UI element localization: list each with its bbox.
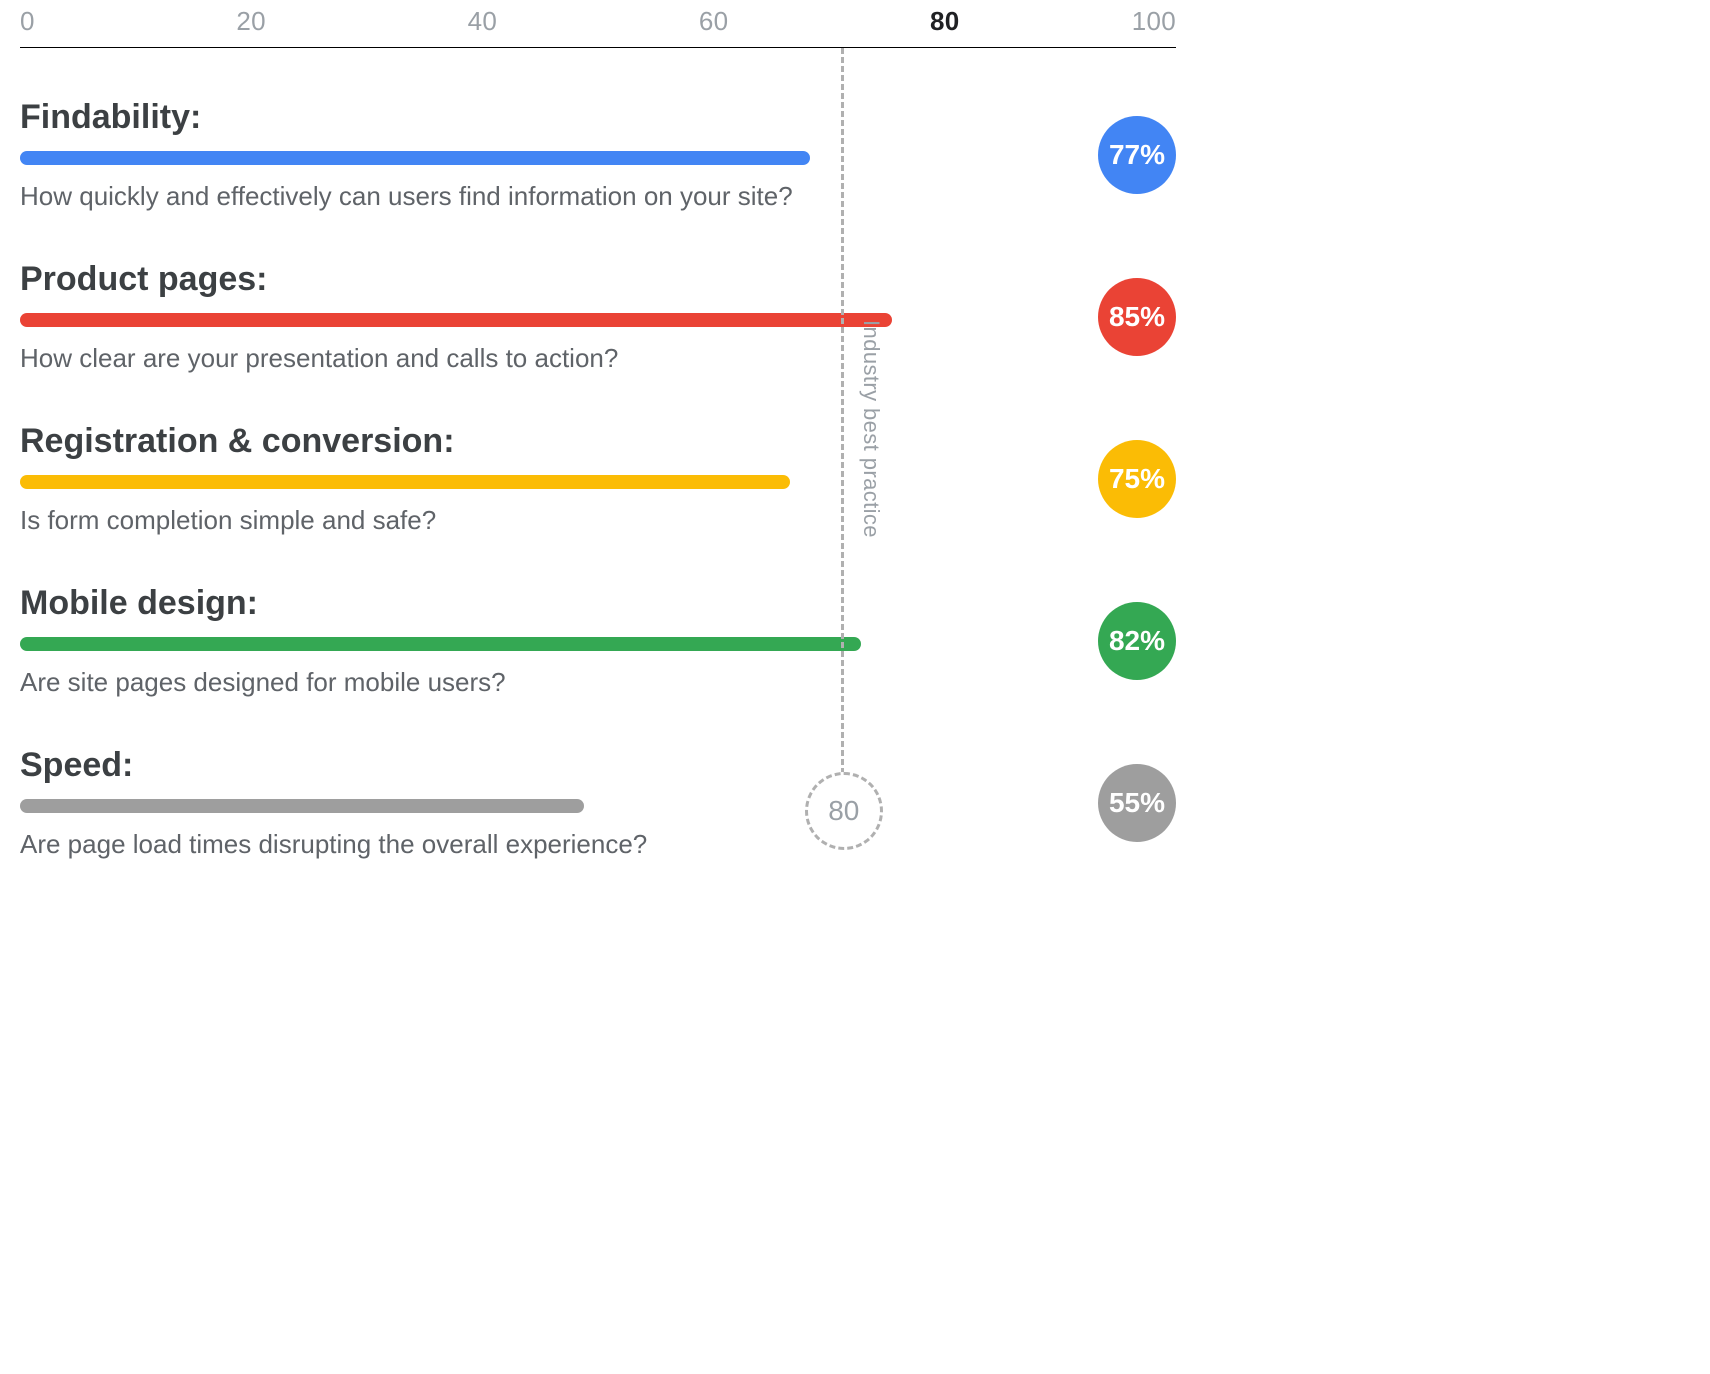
metric-row-product-pages: Product pages: How clear are your present…: [20, 260, 1176, 374]
chart-rows: Industry best practice 80 Findability: Ho…: [20, 48, 1176, 860]
bar-findability: [20, 151, 810, 165]
best-practice-bubble: 80: [805, 772, 883, 850]
axis-tick-20: 20: [236, 6, 266, 37]
bar-track: [20, 151, 1046, 165]
metric-title: Findability:: [20, 98, 1046, 137]
metric-row-speed: Speed: Are page load times disrupting the…: [20, 746, 1176, 860]
metric-title: Product pages:: [20, 260, 1046, 299]
axis-tick-40: 40: [468, 6, 498, 37]
bar-track: [20, 313, 1046, 327]
bar-track: [20, 475, 1046, 489]
score-badge-mobile-design: 82%: [1098, 602, 1176, 680]
bar-track: [20, 637, 1046, 651]
metric-subtitle: Is form completion simple and safe?: [20, 505, 1046, 536]
metric-row-registration-conversion: Registration & conversion: Is form comple…: [20, 422, 1176, 536]
bar-mobile-design: [20, 637, 861, 651]
metric-title: Registration & conversion:: [20, 422, 1046, 461]
score-value: 85%: [1109, 301, 1165, 333]
score-badge-speed: 55%: [1098, 764, 1176, 842]
bar-track: [20, 799, 1046, 813]
axis-tick-100: 100: [1132, 6, 1176, 37]
bar-registration-conversion: [20, 475, 790, 489]
score-value: 82%: [1109, 625, 1165, 657]
axis-tick-0: 0: [20, 6, 35, 37]
score-badge-findability: 77%: [1098, 116, 1176, 194]
score-value: 55%: [1109, 787, 1165, 819]
metric-subtitle: How clear are your presentation and call…: [20, 343, 1046, 374]
best-practice-value: 80: [828, 795, 859, 827]
bar-speed: [20, 799, 584, 813]
best-practice-line: Industry best practice 80: [841, 48, 844, 810]
best-practice-label: Industry best practice: [858, 320, 884, 538]
metric-row-mobile-design: Mobile design: Are site pages designed fo…: [20, 584, 1176, 698]
score-value: 77%: [1109, 139, 1165, 171]
score-chart: 0 20 40 60 80 100 Industry best practice 80 F…: [0, 0, 1200, 940]
bar-product-pages: [20, 313, 892, 327]
metric-subtitle: Are site pages designed for mobile users…: [20, 667, 1046, 698]
score-value: 75%: [1109, 463, 1165, 495]
metric-title: Speed:: [20, 746, 1046, 785]
axis-tick-60: 60: [699, 6, 729, 37]
score-badge-registration-conversion: 75%: [1098, 440, 1176, 518]
score-badge-product-pages: 85%: [1098, 278, 1176, 356]
axis-tick-80: 80: [930, 6, 960, 37]
metric-row-findability: Findability: How quickly and effectively …: [20, 98, 1176, 212]
metric-subtitle: How quickly and effectively can users fi…: [20, 181, 1046, 212]
metric-title: Mobile design:: [20, 584, 1046, 623]
metric-subtitle: Are page load times disrupting the overa…: [20, 829, 1046, 860]
x-axis: 0 20 40 60 80 100: [20, 0, 1176, 48]
